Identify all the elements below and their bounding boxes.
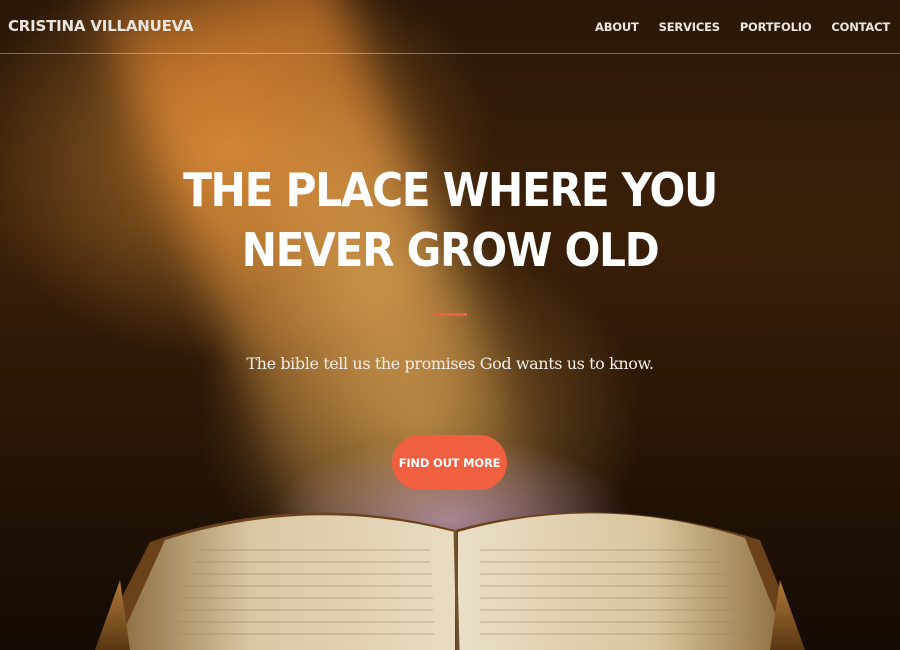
nav-link-services[interactable]: SERVICES	[659, 20, 720, 34]
hero-subtitle: The bible tell us the promises God wants…	[246, 354, 654, 373]
find-out-more-button[interactable]: FIND OUT MORE	[392, 435, 507, 490]
brand-logo-link[interactable]: CRISTINA VILLANUEVA	[8, 17, 194, 35]
open-bible-image	[95, 512, 805, 650]
navbar: CRISTINA VILLANUEVA ABOUT SERVICES PORTF…	[0, 0, 900, 54]
nav-link-contact[interactable]: CONTACT	[831, 20, 890, 34]
nav-links: ABOUT SERVICES PORTFOLIO CONTACT	[595, 20, 890, 34]
hero-headline: THE PLACE WHERE YOU NEVER GROW OLD	[183, 163, 718, 277]
hero-section: CRISTINA VILLANUEVA ABOUT SERVICES PORTF…	[0, 0, 900, 650]
nav-link-portfolio[interactable]: PORTFOLIO	[740, 20, 812, 34]
headline-divider	[433, 313, 467, 316]
nav-link-about[interactable]: ABOUT	[595, 20, 639, 34]
light-glow	[189, 50, 571, 540]
